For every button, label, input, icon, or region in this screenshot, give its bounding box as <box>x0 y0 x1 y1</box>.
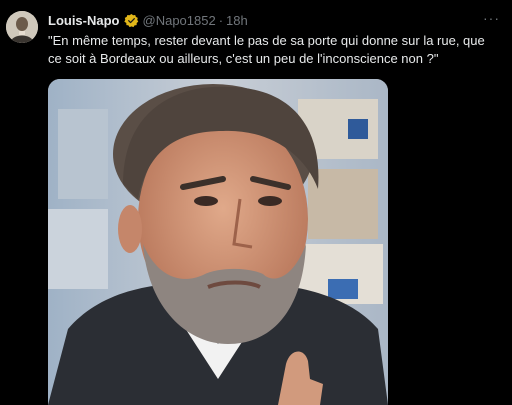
verified-badge-icon <box>123 13 139 28</box>
tweet-header: Louis-Napo @Napo1852 · 18h <box>48 11 472 29</box>
video-thumbnail[interactable] <box>48 79 388 405</box>
more-options-icon[interactable]: ··· <box>483 10 500 26</box>
video-frame-image <box>48 79 388 405</box>
avatar[interactable] <box>6 11 38 43</box>
post-time[interactable]: 18h <box>226 13 248 28</box>
author-name[interactable]: Louis-Napo <box>48 13 120 28</box>
separator-dot: · <box>218 12 224 28</box>
author-handle[interactable]: @Napo1852 <box>143 13 216 28</box>
tweet[interactable]: Louis-Napo @Napo1852 · 18h ··· "En même … <box>0 0 512 405</box>
tweet-text: "En même temps, rester devant le pas de … <box>48 33 485 66</box>
avatar-portrait-icon <box>6 11 38 43</box>
